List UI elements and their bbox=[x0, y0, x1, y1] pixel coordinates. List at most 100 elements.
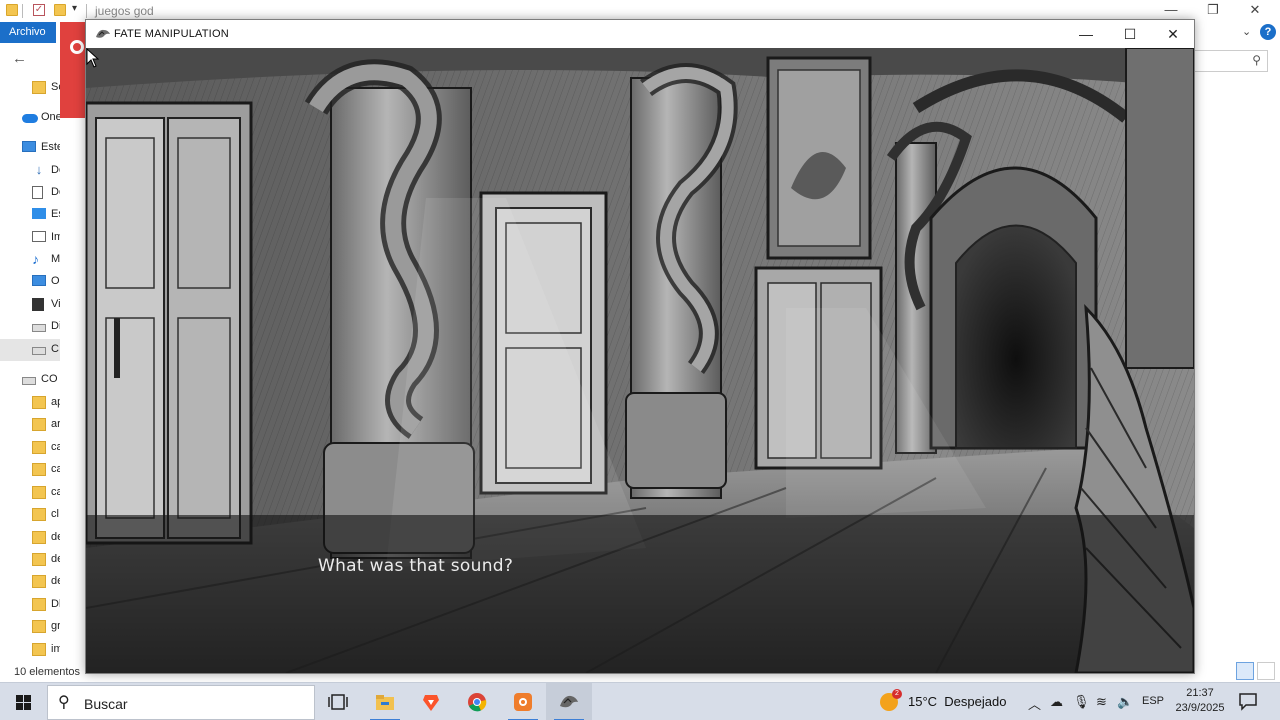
folder-icon bbox=[32, 508, 46, 521]
folder-icon bbox=[32, 463, 46, 476]
sidebar-item-label: de bbox=[51, 553, 60, 565]
sidebar-item-label: Do bbox=[51, 186, 60, 198]
task-view-icon bbox=[328, 694, 348, 710]
sidebar-item[interactable]: ap bbox=[0, 392, 60, 414]
sidebar-item[interactable]: One bbox=[0, 107, 60, 129]
sidebar-item[interactable]: de bbox=[0, 527, 60, 549]
sidebar-item[interactable]: Im bbox=[0, 227, 60, 249]
sidebar-item-label: Di bbox=[51, 320, 60, 332]
taskbar-fate-manipulation[interactable] bbox=[546, 683, 592, 720]
sidebar-item[interactable]: ar bbox=[0, 414, 60, 436]
sidebar-item[interactable]: ↓ De bbox=[0, 160, 60, 182]
close-icon[interactable]: ✕ bbox=[1151, 20, 1195, 48]
sidebar-item[interactable]: Do bbox=[0, 182, 60, 204]
taskbar-brave[interactable] bbox=[408, 683, 454, 720]
clock-time: 21:37 bbox=[1186, 687, 1214, 699]
sidebar-item[interactable]: Este bbox=[0, 137, 60, 159]
sidebar-item[interactable]: CO bbox=[0, 369, 60, 391]
onedrive-icon bbox=[22, 114, 38, 123]
game-scene[interactable]: What was that sound? bbox=[86, 48, 1194, 673]
sidebar-item[interactable]: C bbox=[0, 339, 60, 361]
help-icon[interactable]: ? bbox=[1260, 24, 1276, 40]
chrome-browser-icon bbox=[468, 693, 487, 712]
objects-3d-icon bbox=[32, 275, 46, 286]
sidebar-item-label: ca bbox=[51, 441, 60, 453]
folder-icon bbox=[32, 441, 46, 454]
wifi-icon[interactable]: ≋ bbox=[1096, 694, 1107, 710]
taskbar: ⚲ Buscar 2 15°C Despejado ︿ ☁ 🎙 ≋ 🔈 ESP … bbox=[0, 682, 1280, 720]
sidebar-item[interactable]: ca bbox=[0, 437, 60, 459]
sidebar-item[interactable]: imagen bbox=[0, 639, 60, 661]
minimize-icon[interactable]: — bbox=[1064, 20, 1108, 48]
sidebar-item[interactable]: ca bbox=[0, 459, 60, 481]
sidebar-item-label: gr bbox=[51, 620, 60, 632]
chevron-down-icon[interactable]: ⌄ bbox=[1242, 25, 1251, 38]
sidebar-item[interactable]: de bbox=[0, 571, 60, 593]
explorer-search-input[interactable]: ⚲ bbox=[1194, 50, 1268, 72]
ribbon-file-tab[interactable]: Archivo bbox=[0, 22, 56, 43]
sidebar-item[interactable]: ca bbox=[0, 482, 60, 504]
sidebar-item-label: One bbox=[41, 111, 60, 123]
sidebar-item-label: ca bbox=[51, 463, 60, 475]
large-icons-view-icon[interactable] bbox=[1257, 662, 1275, 680]
quick-access-dropdown-icon[interactable]: ▾ bbox=[72, 3, 77, 14]
volume-icon[interactable]: 🔈 bbox=[1117, 694, 1133, 710]
start-button[interactable] bbox=[0, 683, 46, 720]
this-pc-icon bbox=[22, 141, 36, 152]
clock-date: 23/9/2025 bbox=[1175, 702, 1225, 714]
task-view-button[interactable] bbox=[315, 683, 361, 720]
file-explorer-icon bbox=[376, 695, 394, 710]
dialogue-box[interactable] bbox=[86, 515, 1194, 673]
sidebar-item-label: Dl bbox=[51, 598, 60, 610]
explorer-title: juegos god bbox=[95, 4, 154, 18]
folder-icon bbox=[32, 486, 46, 499]
sidebar-item-label: CO bbox=[41, 373, 58, 385]
new-folder-icon[interactable] bbox=[54, 4, 66, 16]
brave-browser-icon bbox=[423, 695, 439, 711]
sidebar-item[interactable]: ♪ M bbox=[0, 249, 60, 271]
onedrive-icon[interactable]: ☁ bbox=[1050, 694, 1063, 710]
sidebar-item[interactable]: Di bbox=[0, 316, 60, 338]
downloads-icon: ↓ bbox=[35, 162, 43, 177]
notifications-icon[interactable] bbox=[1238, 691, 1258, 711]
sidebar-item[interactable]: Dl bbox=[0, 594, 60, 616]
sidebar-item-label: C bbox=[51, 343, 59, 355]
sidebar-item[interactable]: Es bbox=[0, 204, 60, 226]
clock[interactable]: 21:37 23/9/2025 bbox=[1170, 686, 1230, 716]
folder-icon bbox=[32, 620, 46, 633]
input-language[interactable]: ESP bbox=[1142, 695, 1164, 707]
details-view-icon[interactable] bbox=[1236, 662, 1254, 680]
sidebar-item[interactable]: Vi bbox=[0, 294, 60, 316]
taskbar-search-input[interactable]: ⚲ Buscar bbox=[47, 685, 315, 720]
folder-icon bbox=[32, 531, 46, 544]
folder-icon bbox=[32, 396, 46, 409]
game-window-title: FATE MANIPULATION bbox=[114, 28, 229, 40]
taskbar-file-explorer[interactable] bbox=[362, 683, 408, 720]
sidebar-item-label: imagen bbox=[51, 643, 60, 655]
sidebar-item[interactable]: cl bbox=[0, 504, 60, 526]
weather-widget[interactable]: 2 15°C Despejado bbox=[876, 683, 1016, 720]
screen-recorder-icon bbox=[514, 693, 532, 711]
folder-icon bbox=[32, 418, 46, 431]
search-placeholder: Buscar bbox=[84, 696, 128, 712]
microphone-icon[interactable]: 🎙 bbox=[1073, 694, 1090, 710]
close-icon[interactable]: ✕ bbox=[1232, 0, 1278, 22]
game-titlebar[interactable]: FATE MANIPULATION — ☐ ✕ bbox=[86, 20, 1194, 48]
sidebar-item[interactable]: gr bbox=[0, 616, 60, 638]
sidebar-item[interactable]: O bbox=[0, 271, 60, 293]
restore-icon[interactable]: ❐ bbox=[1190, 0, 1236, 22]
properties-icon[interactable]: ✓ bbox=[33, 4, 45, 16]
mouse-cursor-icon bbox=[86, 48, 100, 68]
search-icon: ⚲ bbox=[58, 694, 70, 711]
sidebar-item[interactable]: Sc bbox=[0, 77, 60, 99]
sidebar-item-label: Vi bbox=[51, 298, 60, 310]
back-arrow-icon[interactable]: ← bbox=[12, 50, 27, 67]
sidebar-item[interactable]: de bbox=[0, 549, 60, 571]
pictures-icon bbox=[32, 231, 46, 242]
taskbar-chrome[interactable] bbox=[454, 683, 500, 720]
weather-badge: 2 bbox=[892, 689, 902, 699]
chevron-up-icon[interactable]: ︿ bbox=[1028, 694, 1041, 713]
maximize-icon[interactable]: ☐ bbox=[1108, 20, 1152, 48]
taskbar-screen-recorder[interactable] bbox=[500, 683, 546, 720]
sidebar-item-label: Sc bbox=[51, 81, 60, 93]
